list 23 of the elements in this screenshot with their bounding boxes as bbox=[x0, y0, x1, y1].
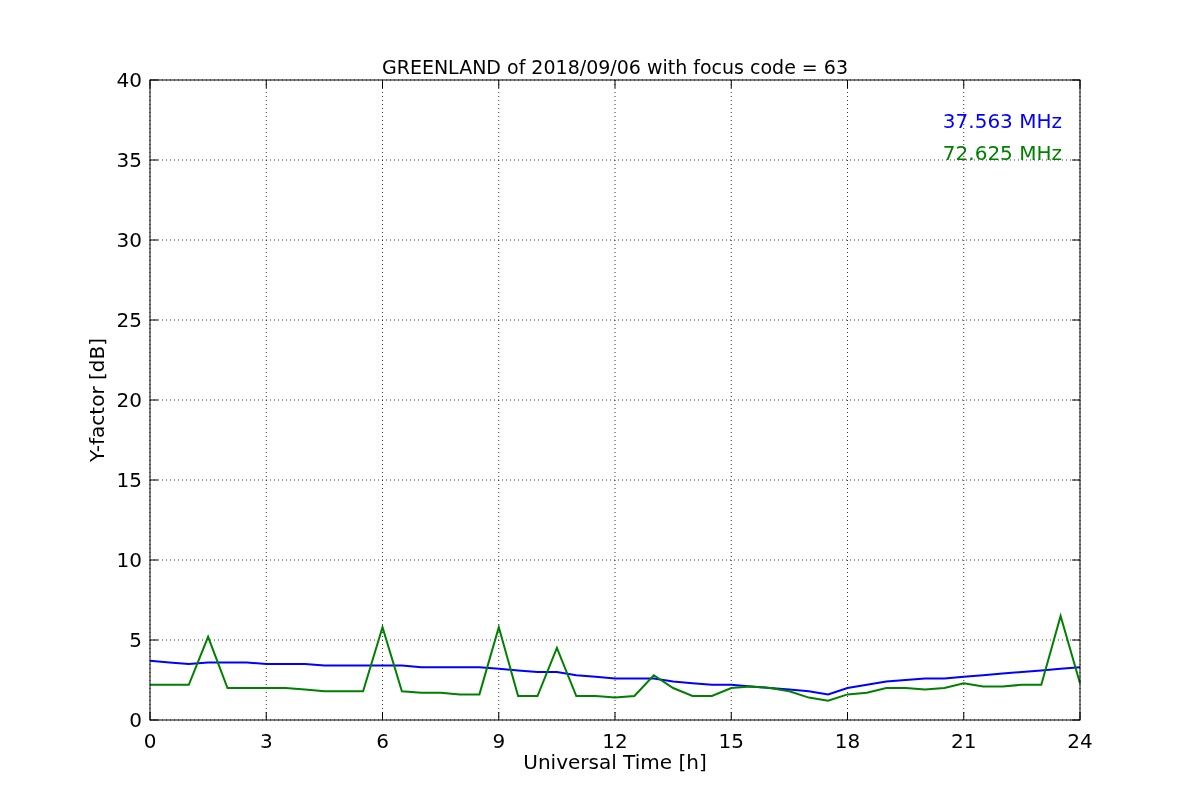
tick-label: 0 bbox=[129, 708, 142, 732]
x-axis-label: Universal Time [h] bbox=[523, 750, 707, 774]
tick-label: 35 bbox=[116, 148, 142, 172]
tick-label: 10 bbox=[116, 548, 142, 572]
tick-label: 3 bbox=[259, 729, 273, 753]
tick-label: 18 bbox=[834, 729, 861, 753]
tick-label: 40 bbox=[116, 68, 142, 92]
tick-label: 0 bbox=[143, 729, 157, 753]
chart-title: GREENLAND of 2018/09/06 with focus code = 63 bbox=[382, 56, 848, 78]
legend-label: 37.563 MHz bbox=[942, 109, 1062, 133]
tick-label: 25 bbox=[116, 308, 142, 332]
tick-label: 15 bbox=[116, 468, 142, 492]
tick-label: 24 bbox=[1067, 729, 1093, 753]
tick-label: 5 bbox=[129, 628, 142, 652]
tick-label: 6 bbox=[376, 729, 389, 753]
tick-label: 12 bbox=[602, 729, 628, 753]
tick-label: 20 bbox=[116, 388, 142, 412]
tick-label: 15 bbox=[718, 729, 744, 753]
tick-label: 30 bbox=[116, 228, 142, 252]
tick-label: 9 bbox=[492, 729, 506, 753]
tick-label: 21 bbox=[951, 729, 977, 753]
legend-label: 72.625 MHz bbox=[942, 141, 1062, 165]
y-axis-label: Y-factor [dB] bbox=[85, 338, 109, 462]
